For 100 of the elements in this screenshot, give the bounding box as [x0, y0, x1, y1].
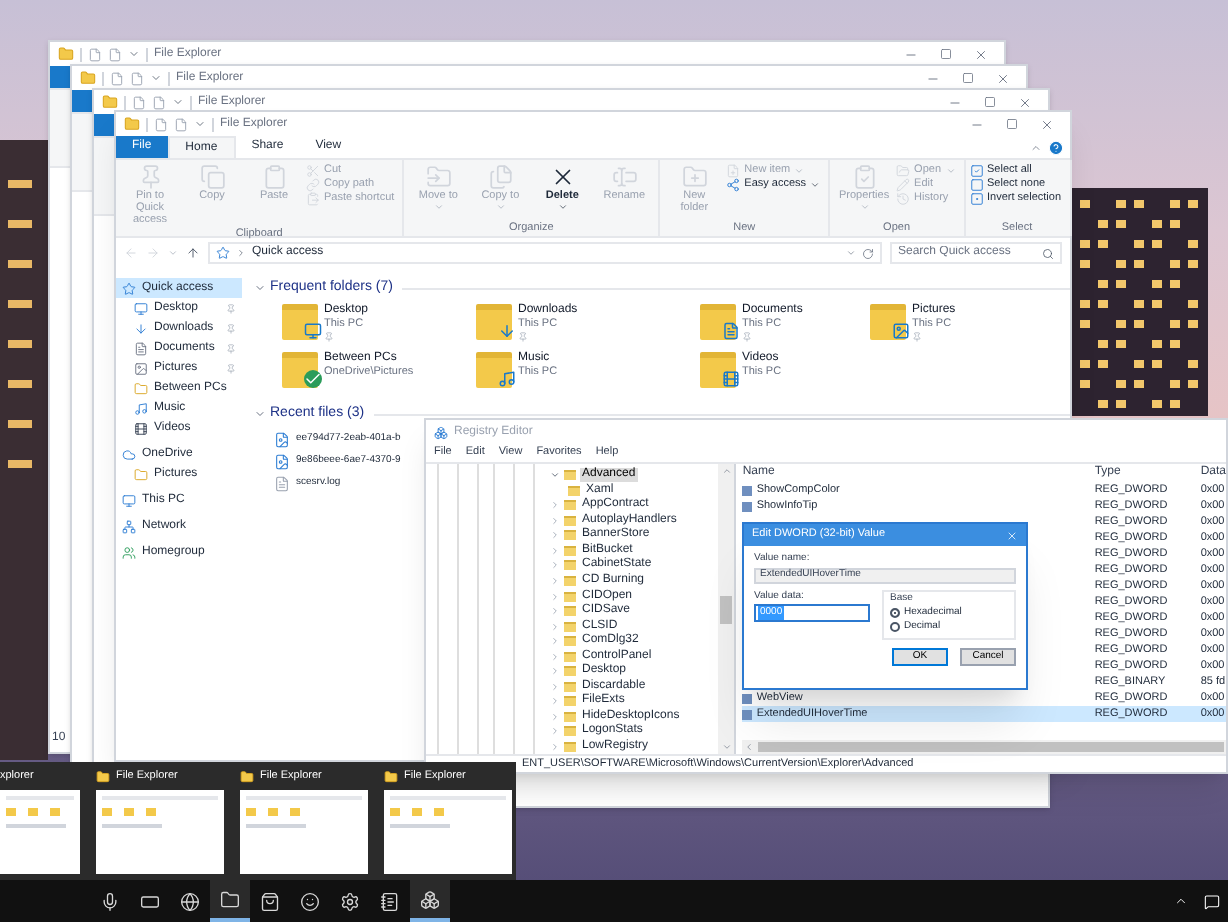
- window-preview: [0, 790, 80, 874]
- folder-icon: [58, 46, 74, 62]
- caret-icon: [168, 248, 178, 258]
- image-icon: [134, 361, 148, 375]
- files-icon: [487, 164, 514, 190]
- pin-icon: [226, 363, 236, 373]
- file-icon: [154, 117, 168, 131]
- chevron-icon: [236, 248, 246, 258]
- download-icon: [134, 321, 148, 335]
- image-file-icon: [274, 453, 290, 469]
- monitor-icon: [134, 301, 148, 315]
- pin-icon: [226, 343, 236, 353]
- star-icon: [122, 281, 136, 295]
- monitor-icon: [304, 322, 322, 340]
- history-icon: [896, 192, 911, 206]
- refresh-icon: [862, 247, 874, 259]
- copy-icon: [199, 164, 225, 190]
- folder-icon: [96, 769, 110, 783]
- chevron-up-icon: [1174, 894, 1188, 908]
- smiley-icon: [300, 891, 320, 911]
- caret-icon: [495, 202, 506, 212]
- caret-icon: [557, 202, 568, 212]
- network-icon: [122, 519, 136, 533]
- pin-icon: [324, 332, 334, 342]
- scrollbar-thumb[interactable]: [720, 595, 733, 623]
- clipboard-check-icon: [851, 164, 878, 190]
- monitor-icon: [122, 493, 136, 507]
- clipboard-icon: [261, 164, 287, 190]
- text-cursor-icon: [611, 164, 638, 190]
- close-icon: [1006, 529, 1018, 541]
- check-icon: [304, 370, 322, 388]
- scissors-icon: [306, 164, 320, 178]
- notification-icon: [1204, 893, 1220, 909]
- checkbox-icon: [969, 164, 984, 178]
- notepad-icon: [380, 891, 400, 911]
- link-icon: [306, 178, 320, 192]
- collapse-icon: [1030, 141, 1042, 153]
- search-icon: [1042, 247, 1054, 259]
- music-icon: [498, 370, 516, 388]
- caret-icon: [859, 202, 870, 212]
- pin-icon: [518, 332, 528, 342]
- image-icon: [892, 322, 910, 340]
- task-view-icon: [140, 891, 160, 911]
- image-file-icon: [274, 431, 290, 447]
- taskbar-button[interactable]: [410, 880, 450, 922]
- share-icon: [726, 178, 741, 192]
- close-icon: [1040, 117, 1054, 131]
- settings-icon: [340, 891, 360, 911]
- folder-icon: [240, 769, 254, 783]
- pin-icon: [137, 164, 163, 190]
- cubes-icon: [420, 889, 440, 909]
- close-icon: [996, 71, 1010, 85]
- window-preview: [384, 790, 512, 874]
- forward-icon: [146, 246, 160, 260]
- users-icon: [122, 545, 136, 559]
- pin-icon: [742, 332, 752, 342]
- file-icon: [88, 47, 102, 61]
- document-icon: [274, 475, 290, 491]
- document-icon: [722, 322, 740, 340]
- close-icon: [1018, 95, 1032, 109]
- store-icon: [260, 891, 280, 911]
- download-icon: [498, 322, 516, 340]
- scroll-down-icon: [721, 742, 732, 752]
- cubes-icon: [434, 425, 448, 439]
- film-icon: [722, 370, 740, 388]
- pin-icon: [912, 332, 922, 342]
- window-preview: [240, 790, 368, 874]
- film-icon: [134, 421, 148, 435]
- microphone-icon: [100, 891, 120, 911]
- scrollbar-thumb[interactable]: [758, 742, 1224, 752]
- folder-icon: [134, 467, 148, 481]
- folder-icon: [124, 116, 140, 132]
- file-icon: [174, 117, 188, 131]
- file-plus-icon: [726, 164, 741, 178]
- scroll-left-icon: [744, 742, 755, 752]
- folder-icon: [102, 94, 118, 110]
- browser-icon: [180, 891, 200, 911]
- folder-icon: [896, 164, 911, 178]
- music-icon: [134, 401, 148, 415]
- cloud-icon: [122, 447, 136, 461]
- square-icon: [969, 178, 984, 192]
- window-preview: [96, 790, 224, 874]
- pin-icon: [226, 323, 236, 333]
- taskbar-button[interactable]: [210, 880, 250, 922]
- clipboard-icon: [306, 192, 320, 206]
- folder-icon: [384, 769, 398, 783]
- pencil-icon: [896, 178, 911, 192]
- file-icon: [130, 71, 144, 85]
- up-icon: [186, 246, 200, 260]
- back-icon: [124, 246, 138, 260]
- file-icon: [132, 95, 146, 109]
- folder-icon: [134, 381, 148, 395]
- folder-icon: [220, 889, 240, 909]
- folder-icon: [80, 70, 96, 86]
- file-icon: [108, 47, 122, 61]
- folder-plus-icon: [681, 164, 708, 190]
- square-dot-icon: [969, 192, 984, 206]
- close-icon: [974, 47, 988, 61]
- caret-icon: [945, 166, 956, 176]
- document-icon: [134, 341, 148, 355]
